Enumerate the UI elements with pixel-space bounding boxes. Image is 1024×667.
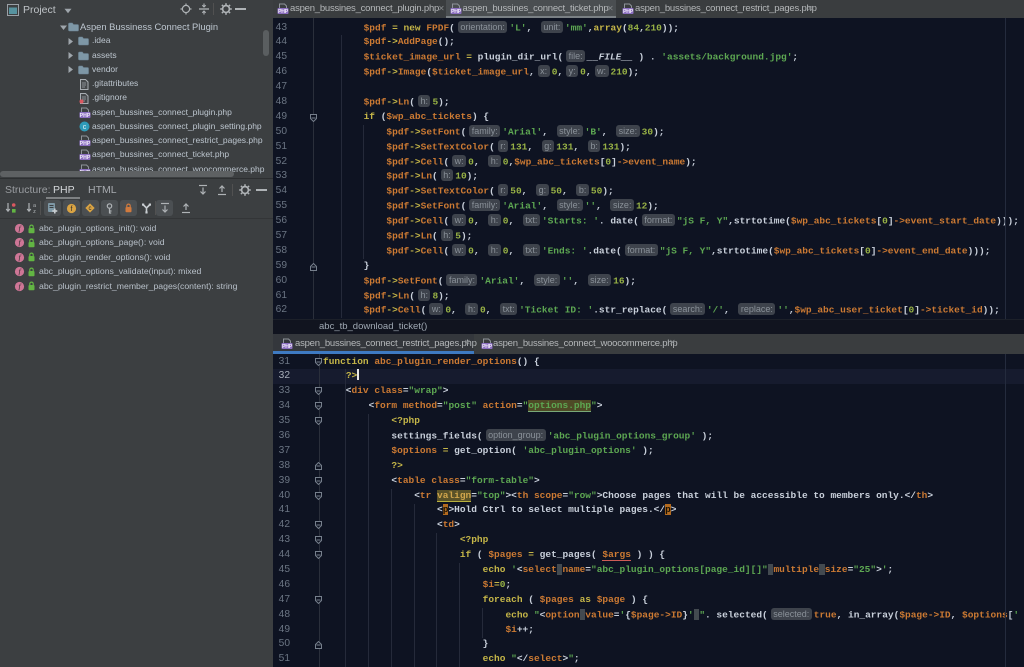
svg-text:z: z <box>33 209 36 214</box>
svg-text:PHP: PHP <box>80 112 91 118</box>
svg-text:PHP: PHP <box>80 141 91 147</box>
svg-text:c: c <box>83 124 87 131</box>
svg-text:PHP: PHP <box>278 9 289 15</box>
svg-text:f: f <box>71 206 73 213</box>
svg-text:PHP: PHP <box>482 343 493 349</box>
svg-text:c: c <box>89 206 92 212</box>
svg-text:PHP: PHP <box>282 343 293 349</box>
svg-text:PHP: PHP <box>80 155 91 161</box>
svg-text:PHP: PHP <box>623 9 634 15</box>
svg-text:PHP: PHP <box>451 9 462 15</box>
